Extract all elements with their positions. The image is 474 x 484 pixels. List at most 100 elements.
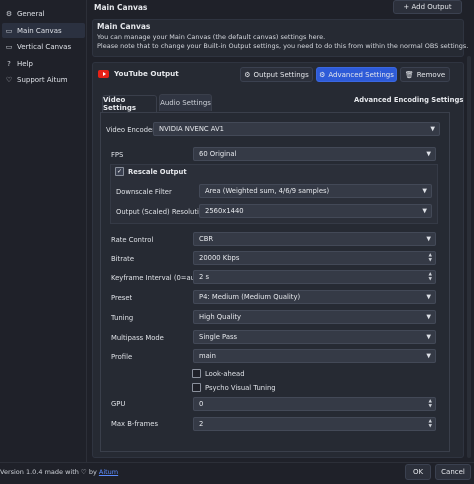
- gear-icon: ⚙: [319, 70, 326, 79]
- preset-select[interactable]: P4: Medium (Medium Quality) ▼: [193, 290, 436, 304]
- look-ahead-label: Look-ahead: [205, 369, 245, 378]
- multipass-mode-select[interactable]: Single Pass ▼: [193, 330, 436, 344]
- ok-button[interactable]: OK: [405, 464, 431, 480]
- chevron-down-icon: ▼: [426, 293, 431, 301]
- advanced-settings-label: Advanced Settings: [328, 70, 394, 79]
- sidebar-item-general[interactable]: ⚙ General: [2, 6, 85, 21]
- spin-arrows-icon[interactable]: ▲ ▼: [429, 272, 432, 282]
- advanced-encoding-heading: Advanced Encoding Settings: [354, 96, 464, 104]
- output-settings-button[interactable]: ⚙ Output Settings: [240, 67, 313, 82]
- spin-arrows-icon[interactable]: ▲ ▼: [429, 419, 432, 429]
- fps-select[interactable]: 60 Original ▼: [193, 147, 436, 161]
- sidebar-item-label: Help: [17, 59, 33, 68]
- chevron-down-icon: ▼: [426, 235, 431, 243]
- sidebar-item-help[interactable]: ? Help: [2, 56, 85, 71]
- bitrate-label: Bitrate: [111, 255, 135, 263]
- sidebar-item-label: General: [17, 9, 45, 18]
- aitum-link[interactable]: Aitum: [99, 468, 118, 476]
- video-encoder-select[interactable]: NVIDIA NVENC AV1 ▼: [153, 122, 440, 136]
- page-title: Main Canvas: [94, 3, 148, 12]
- output-header: YouTube Output: [98, 69, 179, 78]
- add-output-button[interactable]: + Add Output: [393, 0, 462, 14]
- sidebar-item-vertical-canvas[interactable]: ▭ Vertical Canvas: [2, 39, 85, 54]
- output-resolution-select[interactable]: 2560x1440 ▼: [199, 204, 432, 218]
- chevron-down-icon: ▼: [430, 125, 435, 133]
- bitrate-value: 20000 Kbps: [199, 254, 240, 262]
- fps-value: 60 Original: [199, 150, 237, 158]
- youtube-icon: [98, 69, 109, 78]
- checkbox-icon: [192, 369, 201, 378]
- remove-label: Remove: [416, 70, 446, 79]
- checkbox-icon: [192, 383, 201, 392]
- monitor-icon: ▭: [5, 26, 13, 35]
- heart-icon: ♡: [5, 75, 13, 84]
- rate-control-label: Rate Control: [111, 236, 154, 244]
- info-title: Main Canvas: [97, 22, 151, 31]
- rate-control-select[interactable]: CBR ▼: [193, 232, 436, 246]
- cancel-button[interactable]: Cancel: [435, 464, 471, 480]
- version-text: Version 1.0.4 made with ♡ by Aitum: [0, 468, 118, 476]
- monitor-icon: ▭: [5, 42, 13, 51]
- rescale-output-label: Rescale Output: [128, 167, 187, 176]
- sidebar-item-support-aitum[interactable]: ♡ Support Aitum: [2, 72, 85, 87]
- gpu-label: GPU: [111, 400, 126, 408]
- sidebar-item-label: Support Aitum: [17, 75, 68, 84]
- profile-label: Profile: [111, 353, 133, 361]
- version-prefix: Version 1.0.4 made with ♡ by: [0, 468, 99, 476]
- multipass-mode-value: Single Pass: [199, 333, 238, 341]
- output-resolution-label: Output (Scaled) Resolution: [116, 208, 208, 216]
- profile-value: main: [199, 352, 216, 360]
- tuning-label: Tuning: [111, 314, 134, 322]
- fps-label: FPS: [111, 151, 124, 159]
- chevron-down-icon: ▼: [426, 150, 431, 158]
- bitrate-stepper[interactable]: 20000 Kbps ▲ ▼: [193, 251, 436, 265]
- sidebar-item-label: Vertical Canvas: [17, 42, 72, 51]
- gear-icon: ⚙: [5, 9, 13, 18]
- max-b-frames-stepper[interactable]: 2 ▲ ▼: [193, 417, 436, 431]
- trash-icon: 🗑: [404, 70, 414, 79]
- output-resolution-value: 2560x1440: [205, 207, 244, 215]
- video-encoder-label: Video Encoder: [106, 126, 155, 134]
- chevron-down-icon: ▼: [426, 333, 431, 341]
- output-name: YouTube Output: [114, 69, 179, 78]
- downscale-filter-value: Area (Weighted sum, 4/6/9 samples): [205, 187, 330, 195]
- tuning-select[interactable]: High Quality ▼: [193, 310, 436, 324]
- help-icon: ?: [7, 59, 11, 68]
- tuning-value: High Quality: [199, 313, 242, 321]
- chevron-down-icon: ▼: [426, 313, 431, 321]
- video-encoder-value: NVIDIA NVENC AV1: [159, 125, 224, 133]
- psycho-visual-tuning-checkbox[interactable]: Psycho Visual Tuning: [192, 383, 276, 392]
- sidebar-item-label: Main Canvas: [17, 26, 62, 35]
- chevron-down-icon: ▼: [426, 352, 431, 360]
- keyframe-interval-value: 2 s: [199, 273, 210, 281]
- rescale-output-toggle[interactable]: ✓ Rescale Output: [115, 167, 187, 176]
- gpu-stepper[interactable]: 0 ▲ ▼: [193, 397, 436, 411]
- rate-control-value: CBR: [199, 235, 214, 243]
- preset-value: P4: Medium (Medium Quality): [199, 293, 301, 301]
- preset-label: Preset: [111, 294, 133, 302]
- sidebar-item-main-canvas[interactable]: ▭ Main Canvas: [2, 23, 85, 38]
- remove-button[interactable]: 🗑 Remove: [400, 67, 450, 82]
- keyframe-interval-label: Keyframe Interval (0=auto): [111, 274, 205, 282]
- max-b-frames-value: 2: [199, 420, 204, 428]
- spin-arrows-icon[interactable]: ▲ ▼: [429, 253, 432, 263]
- checkbox-checked-icon: ✓: [115, 167, 124, 176]
- look-ahead-checkbox[interactable]: Look-ahead: [192, 369, 245, 378]
- advanced-settings-button[interactable]: ⚙ Advanced Settings: [316, 67, 397, 82]
- spin-arrows-icon[interactable]: ▲ ▼: [429, 399, 432, 409]
- output-settings-label: Output Settings: [253, 70, 309, 79]
- info-text-line2: Please note that to change your Built-in…: [97, 42, 469, 50]
- gpu-value: 0: [199, 400, 204, 408]
- gear-icon: ⚙: [244, 70, 251, 79]
- multipass-mode-label: Multipass Mode: [111, 334, 164, 342]
- tab-video-settings[interactable]: Video Settings: [102, 95, 157, 112]
- downscale-filter-select[interactable]: Area (Weighted sum, 4/6/9 samples) ▼: [199, 184, 432, 198]
- scrollbar[interactable]: [467, 56, 471, 458]
- max-b-frames-label: Max B-frames: [111, 420, 159, 428]
- tab-audio-settings[interactable]: Audio Settings: [159, 94, 212, 111]
- keyframe-interval-stepper[interactable]: 2 s ▲ ▼: [193, 270, 436, 284]
- chevron-down-icon: ▼: [422, 187, 427, 195]
- profile-select[interactable]: main ▼: [193, 349, 436, 363]
- psycho-visual-tuning-label: Psycho Visual Tuning: [205, 383, 276, 392]
- chevron-down-icon: ▼: [422, 207, 427, 215]
